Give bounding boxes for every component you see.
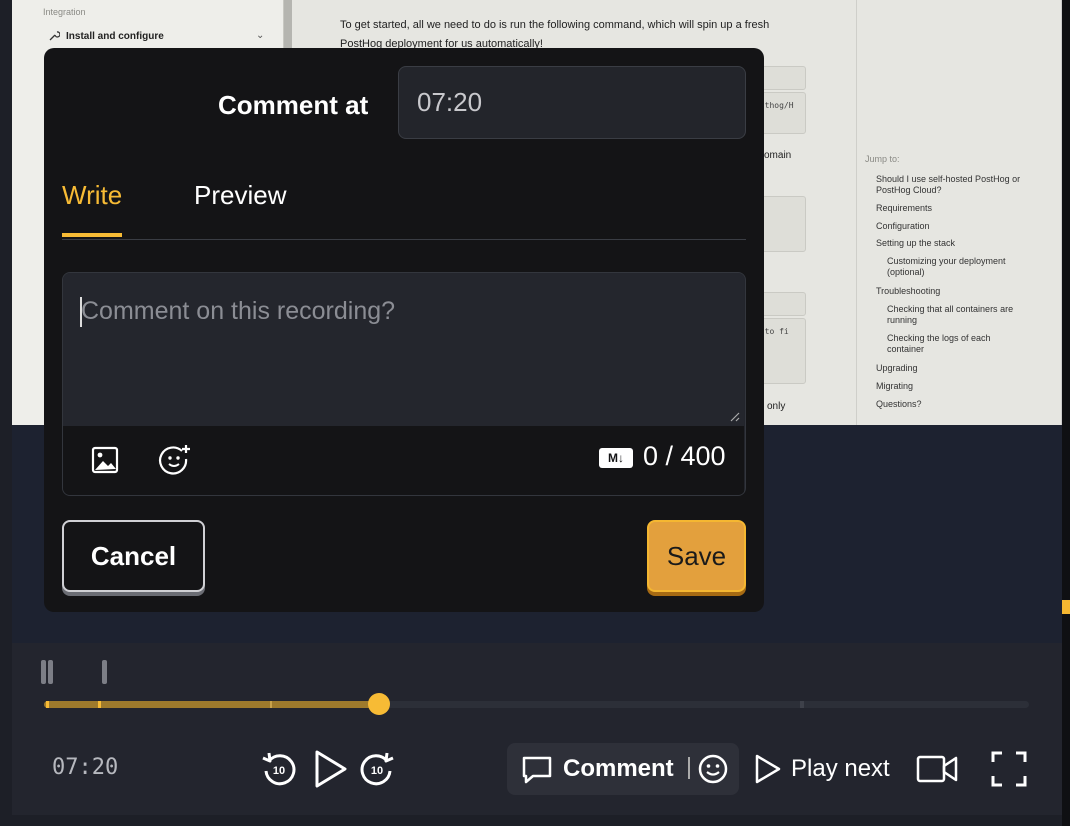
- timeline-event-marker[interactable]: [41, 660, 46, 684]
- emoji-picker-button[interactable]: [157, 442, 193, 478]
- session-replay-frame: Integration Install and configure ⌄ To g…: [0, 0, 1070, 826]
- play-button[interactable]: [309, 746, 351, 792]
- camera-button[interactable]: [914, 750, 960, 788]
- toc-item: Setting up the stack: [876, 238, 956, 248]
- sidebar-section-label: Integration: [43, 7, 86, 17]
- toc-item: Troubleshooting: [876, 286, 941, 296]
- modal-title: Comment at: [218, 90, 369, 120]
- play-next-label[interactable]: Play next: [791, 755, 890, 783]
- toc-item: Customizing your deployment (optional): [887, 256, 1006, 277]
- seekbar-segment: [800, 701, 804, 708]
- rewind-10-icon: 10: [262, 752, 296, 786]
- seekbar-segment: [98, 701, 101, 708]
- recorded-text-fragment: only: [767, 401, 786, 412]
- play-icon: [315, 750, 347, 788]
- comment-icon: [522, 756, 552, 784]
- edge-marker: [1062, 600, 1070, 614]
- fullscreen-button[interactable]: [989, 749, 1029, 789]
- skip-back-label: 10: [273, 765, 285, 777]
- sidebar-item-install: Install and configure: [48, 30, 164, 42]
- seekbar-segment: [270, 701, 272, 708]
- comment-modal: Comment at 07:20 Write Preview Comment o…: [44, 48, 764, 612]
- comment-placeholder: Comment on this recording?: [81, 297, 396, 325]
- toc-item: Migrating: [876, 381, 914, 391]
- comment-button-label: Comment: [563, 755, 674, 782]
- toc-item: Upgrading: [876, 363, 918, 373]
- text-caret: [80, 297, 82, 327]
- image-icon: [91, 446, 119, 474]
- resize-handle-icon[interactable]: [728, 410, 740, 422]
- play-next-button[interactable]: [751, 750, 783, 788]
- toc-item: Configuration: [876, 221, 930, 231]
- toc-title: Jump to:: [865, 154, 900, 164]
- current-time: 07:20: [52, 755, 119, 780]
- toc-item: Questions?: [876, 399, 922, 409]
- timeline-event-marker[interactable]: [102, 660, 107, 684]
- add-emoji-icon: [159, 445, 190, 475]
- comment-button[interactable]: Comment: [507, 743, 739, 795]
- chevron-down-icon: ⌄: [256, 30, 265, 41]
- divider: [688, 757, 690, 779]
- timestamp-field[interactable]: 07:20: [398, 66, 746, 139]
- save-button[interactable]: Save: [647, 520, 746, 592]
- table-of-contents: Jump to: Should I use self-hosted PostHo…: [856, 0, 1061, 425]
- seekbar-segment: [46, 701, 49, 708]
- seekbar-played: [44, 701, 379, 708]
- play-next-icon: [755, 754, 781, 784]
- toc-item: Checking that all containers are running: [887, 304, 1014, 325]
- markdown-badge: M↓: [599, 448, 633, 468]
- tab-write[interactable]: Write: [62, 180, 123, 237]
- seekbar-thumb[interactable]: [367, 693, 390, 715]
- sidebar-item-label: Install and configure: [66, 30, 164, 42]
- timeline-event-marker[interactable]: [48, 660, 53, 684]
- toc-item: Should I use self-hosted PostHog or Post…: [876, 174, 1021, 195]
- tab-preview[interactable]: Preview: [194, 180, 286, 233]
- image-upload-button[interactable]: [89, 444, 121, 476]
- video-camera-icon: [916, 755, 958, 783]
- toc-item: Requirements: [876, 203, 933, 213]
- skip-back-button[interactable]: 10: [258, 748, 300, 790]
- editor-toolbar: M↓ 0 / 400: [63, 426, 744, 495]
- char-counter: 0 / 400: [643, 441, 726, 471]
- forward-10-icon: 10: [360, 752, 394, 786]
- emoji-icon[interactable]: [697, 753, 729, 785]
- comment-editor: Comment on this recording? M↓ 0 / 400: [62, 272, 746, 496]
- fullscreen-icon: [991, 751, 1027, 787]
- recorded-text-fragment: omain: [764, 150, 792, 161]
- cancel-button[interactable]: Cancel: [62, 520, 205, 592]
- toc-item: Checking the logs of each container: [887, 333, 991, 354]
- right-edge: [1062, 0, 1070, 826]
- comment-textarea[interactable]: Comment on this recording?: [63, 273, 744, 426]
- skip-forward-label: 10: [371, 765, 383, 777]
- skip-forward-button[interactable]: 10: [356, 748, 398, 790]
- wrench-icon: [49, 31, 60, 41]
- editor-tabs: Write Preview: [62, 168, 746, 240]
